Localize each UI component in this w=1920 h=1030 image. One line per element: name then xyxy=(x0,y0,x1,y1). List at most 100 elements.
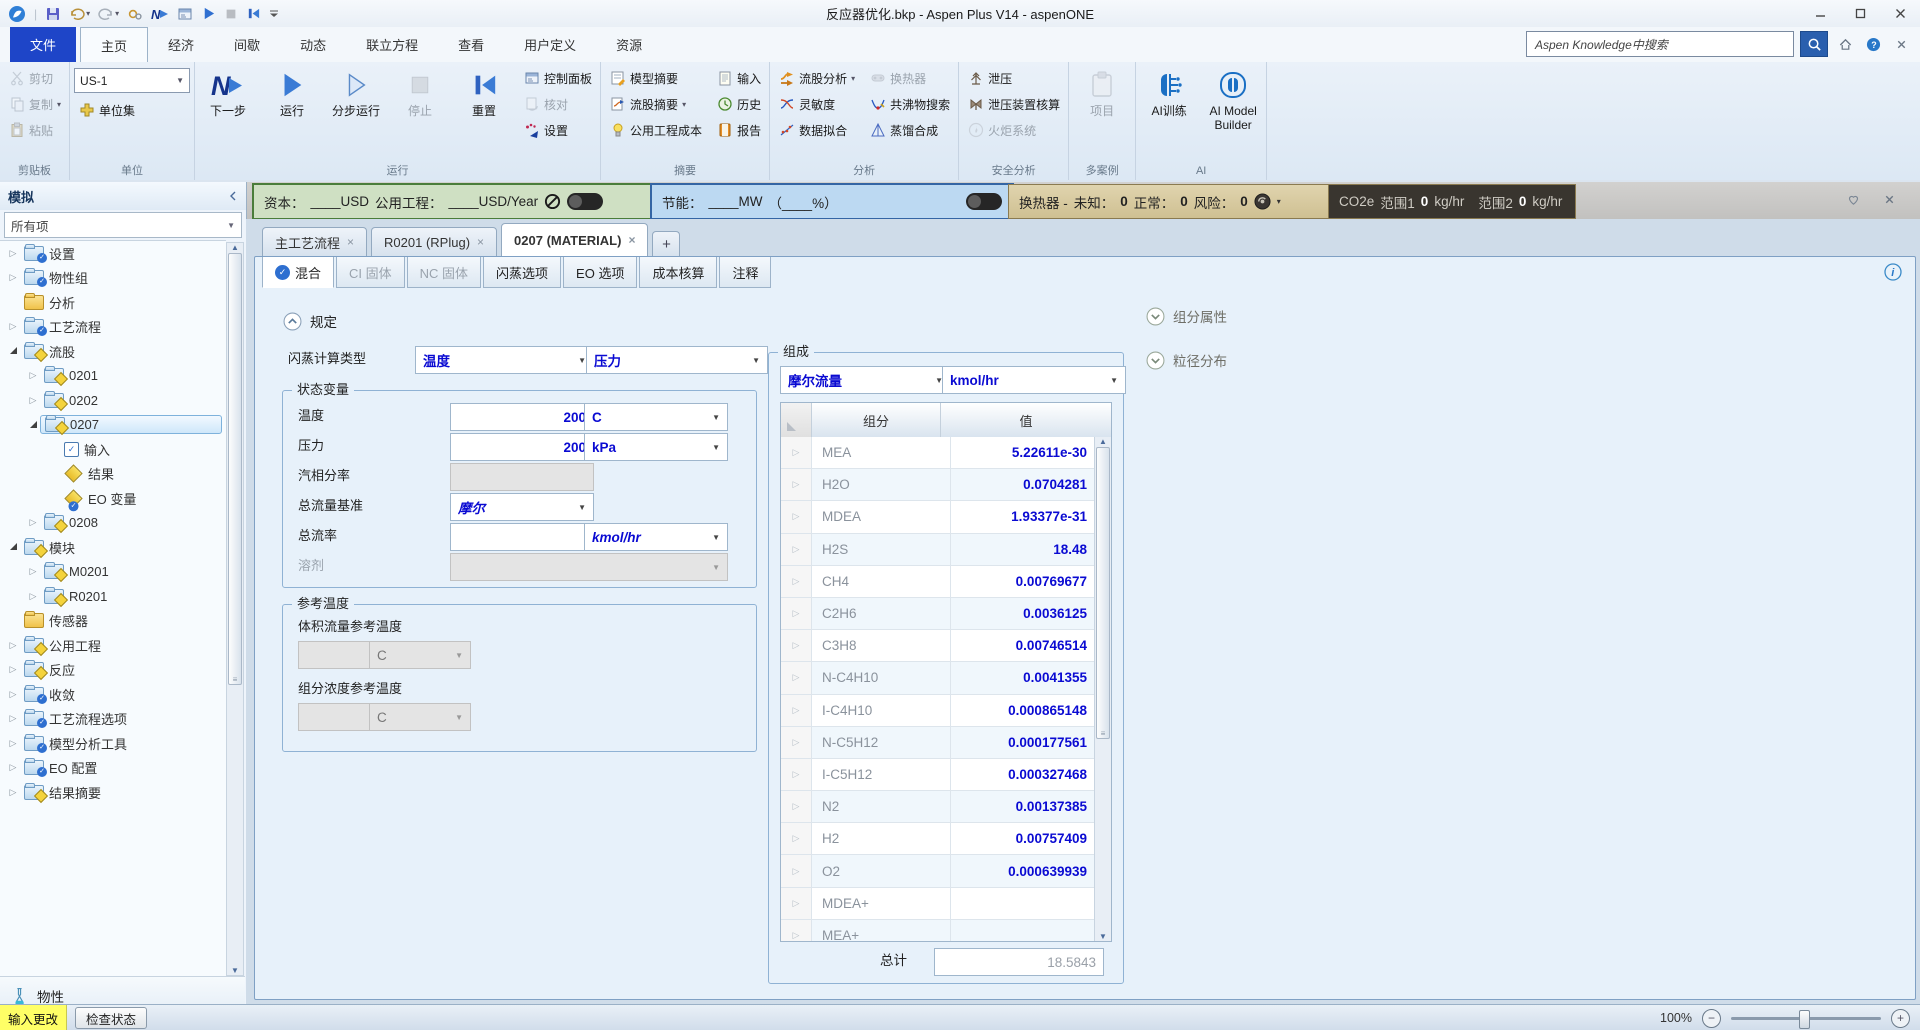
expander-collapsed-icon[interactable]: ▷ xyxy=(26,395,40,406)
menu-tab-8[interactable]: 用户定义 xyxy=(504,27,596,62)
component-name-cell[interactable]: I-C4H10 xyxy=(812,695,951,726)
component-value-cell[interactable]: 18.48 xyxy=(951,534,1095,565)
collapse-sidebar-icon[interactable] xyxy=(228,191,238,201)
scroll-up-icon[interactable]: ▲ xyxy=(231,243,239,252)
sheet-tab-EO 选项[interactable]: EO 选项 xyxy=(563,257,637,288)
component-attributes-section[interactable]: 组分属性 xyxy=(1146,306,1227,326)
tree-item-inner[interactable]: ✓设置 xyxy=(20,243,222,264)
tree-item-R0201[interactable]: ▷R0201 xyxy=(0,584,226,609)
doc-tab-2[interactable]: R0201 (RPlug)× xyxy=(371,227,497,256)
stop-button[interactable] xyxy=(222,3,240,25)
expander-collapsed-icon[interactable]: ▷ xyxy=(6,272,20,283)
tree-item-inner[interactable]: 0207 xyxy=(40,415,222,434)
tree-item-模型分析工具[interactable]: ▷✓模型分析工具 xyxy=(0,731,226,756)
ribbon-button-history[interactable]: 历史 xyxy=(712,92,765,116)
tree-item-inner[interactable]: ✓工艺流程 xyxy=(20,316,222,337)
sheet-tab-闪蒸选项[interactable]: 闪蒸选项 xyxy=(483,257,561,288)
sheet-tab-成本核算[interactable]: 成本核算 xyxy=(639,257,717,288)
component-name-cell[interactable]: H2 xyxy=(812,823,951,854)
component-column-header[interactable]: 组分 xyxy=(812,403,941,437)
row-expander-icon[interactable]: ▷ xyxy=(781,759,812,790)
expander-collapsed-icon[interactable]: ▷ xyxy=(6,321,20,332)
row-expander-icon[interactable]: ▷ xyxy=(781,791,812,822)
undo-button[interactable]: ▾ xyxy=(67,3,92,25)
tree-item-inner[interactable]: 0201 xyxy=(40,367,222,384)
expander-collapsed-icon[interactable]: ▷ xyxy=(6,787,20,798)
tree-item-EO 配置[interactable]: ▷✓EO 配置 xyxy=(0,756,226,781)
expander-collapsed-icon[interactable]: ▷ xyxy=(6,738,20,749)
tree-scrollbar[interactable]: ▲ ≡ ▼ xyxy=(226,242,244,976)
ribbon-button-distill[interactable]: 蒸馏合成 xyxy=(865,118,954,142)
component-value-cell[interactable] xyxy=(951,888,1095,919)
check-status-button[interactable]: 检查状态 xyxy=(75,1007,147,1029)
ribbon-button-data-fit[interactable]: 数据拟合 xyxy=(774,118,859,142)
units-set-dropdown[interactable]: US-1▼ xyxy=(74,68,190,93)
ribbon-bigbutton-ai-builder[interactable]: AI Model Builder xyxy=(1204,64,1262,132)
expander-collapsed-icon[interactable]: ▷ xyxy=(6,664,20,675)
knowledge-search-input[interactable]: Aspen Knowledge中搜索 xyxy=(1526,31,1794,57)
tree-item-公用工程[interactable]: ▷公用工程 xyxy=(0,633,226,658)
component-value-cell[interactable]: 0.0704281 xyxy=(951,469,1095,500)
component-value-cell[interactable]: 5.22611e-30 xyxy=(951,437,1095,468)
tree-item-模块[interactable]: 模块 xyxy=(0,535,226,560)
expander-expanded-icon[interactable] xyxy=(6,346,20,356)
tree-item-inner[interactable]: ✓物性组 xyxy=(20,267,222,288)
component-name-cell[interactable]: H2O xyxy=(812,469,951,500)
tree-item-inner[interactable]: 分析 xyxy=(20,292,222,313)
ribbon-button-units[interactable]: 单位集 xyxy=(74,98,190,122)
dropdown-arrow-icon[interactable]: ▾ xyxy=(86,9,90,18)
row-expander-icon[interactable]: ▷ xyxy=(781,662,812,693)
component-value-cell[interactable]: 0.000177561 xyxy=(951,727,1095,758)
save-button[interactable] xyxy=(43,3,63,25)
tree-item-inner[interactable]: 结果 xyxy=(60,463,222,484)
more-button[interactable] xyxy=(267,3,281,25)
tree-item-流股[interactable]: 流股 xyxy=(0,339,226,364)
pressure-unit-dropdown[interactable]: kPa▼ xyxy=(584,433,728,461)
flash-type-1-dropdown[interactable]: 温度▼ xyxy=(415,346,594,374)
composition-unit-dropdown[interactable]: kmol/hr▼ xyxy=(942,366,1126,394)
component-name-cell[interactable]: CH4 xyxy=(812,566,951,597)
redo-button[interactable]: ▾ xyxy=(96,3,121,25)
menu-tab-3[interactable]: 经济 xyxy=(148,27,214,62)
close-ribbon-icon[interactable] xyxy=(1890,33,1912,55)
component-name-cell[interactable]: I-C5H12 xyxy=(812,759,951,790)
ribbon-button-stream-summary[interactable]: 流股摘要▾ xyxy=(605,92,706,116)
run-button[interactable] xyxy=(199,3,218,25)
value-column-header[interactable]: 值 xyxy=(941,403,1111,437)
economics-toggle[interactable] xyxy=(567,193,603,210)
ribbon-bigbutton-next-big[interactable]: N下一步 xyxy=(199,64,257,118)
row-expander-icon[interactable]: ▷ xyxy=(781,727,812,758)
ribbon-button-report[interactable]: 报告 xyxy=(712,118,765,142)
collapse-section-icon[interactable] xyxy=(283,312,302,331)
flash-type-2-dropdown[interactable]: 压力▼ xyxy=(586,346,768,374)
zoom-in-button[interactable]: + xyxy=(1891,1009,1910,1028)
ribbon-bigbutton-run-big[interactable]: 运行 xyxy=(263,64,321,118)
expander-collapsed-icon[interactable]: ▷ xyxy=(6,762,20,773)
zoom-slider[interactable] xyxy=(1731,1017,1881,1020)
menu-tab-9[interactable]: 资源 xyxy=(596,27,662,62)
expander-collapsed-icon[interactable]: ▷ xyxy=(6,713,20,724)
tree-item-物性组[interactable]: ▷✓物性组 xyxy=(0,266,226,291)
sheet-tab-混合[interactable]: ✓混合 xyxy=(262,257,334,288)
component-value-cell[interactable] xyxy=(951,920,1095,941)
close-tab-icon[interactable]: × xyxy=(347,235,354,249)
component-value-cell[interactable]: 1.93377e-31 xyxy=(951,501,1095,532)
tree-item-0208[interactable]: ▷0208 xyxy=(0,511,226,536)
tree-item-反应[interactable]: ▷反应 xyxy=(0,658,226,683)
expander-collapsed-icon[interactable]: ▷ xyxy=(6,689,20,700)
flow-basis-dropdown[interactable]: 摩尔▼ xyxy=(450,493,594,521)
dropdown-arrow-icon[interactable]: ▾ xyxy=(115,9,119,18)
tree-item-EO 变量[interactable]: ✓EO 变量 xyxy=(0,486,226,511)
ribbon-button-azeotrope[interactable]: 共沸物搜索 xyxy=(865,92,954,116)
table-corner-cell[interactable] xyxy=(781,403,812,437)
new-tab-button[interactable]: + xyxy=(652,231,680,256)
maximize-button[interactable] xyxy=(1840,0,1880,27)
tree-item-inner[interactable]: 模块 xyxy=(20,537,222,558)
menu-tab-6[interactable]: 联立方程 xyxy=(346,27,438,62)
zoom-slider-handle[interactable] xyxy=(1799,1010,1810,1029)
tree-item-M0201[interactable]: ▷M0201 xyxy=(0,560,226,585)
tree-item-inner[interactable]: 0208 xyxy=(40,514,222,531)
component-value-cell[interactable]: 0.00137385 xyxy=(951,791,1095,822)
ribbon-button-stream-analysis[interactable]: 流股分析▾ xyxy=(774,66,859,90)
tree-item-结果摘要[interactable]: ▷结果摘要 xyxy=(0,780,226,805)
